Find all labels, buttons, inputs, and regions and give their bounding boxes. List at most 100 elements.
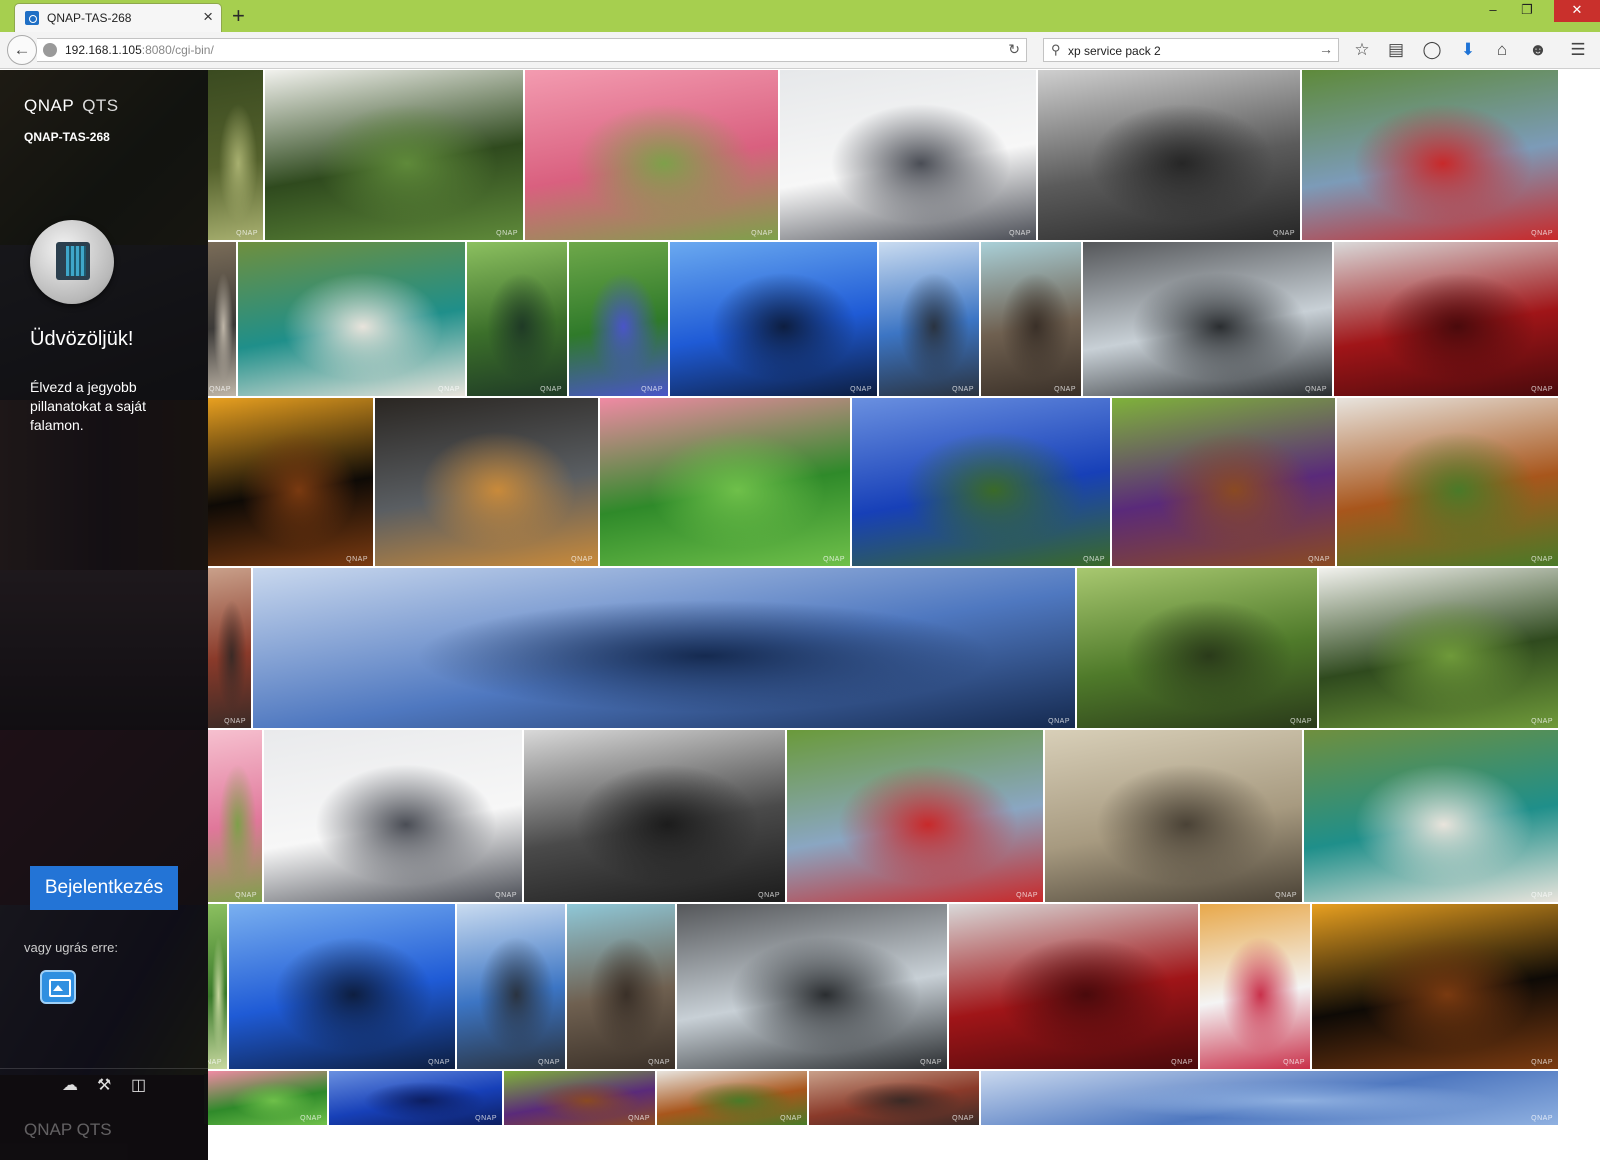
reading-list-icon[interactable]: ▤ [1384, 39, 1408, 63]
download-icon[interactable]: ⬇ [1456, 39, 1480, 63]
photo-station-icon[interactable] [40, 970, 76, 1004]
tab-close-icon[interactable]: × [203, 7, 213, 27]
close-window-button[interactable]: ✕ [1554, 0, 1600, 22]
photo-tile-tree-lake[interactable]: QNAP [208, 70, 263, 240]
photo-tile-heart-reef-2[interactable]: QNAP [1304, 730, 1558, 902]
footer-logo: QNAP QTS [24, 1120, 112, 1139]
photo-tile-blue-sky-cliff[interactable]: QNAP [852, 398, 1110, 566]
menu-icon[interactable]: ☰ [1566, 39, 1590, 63]
photo-tile-rock-channel-2[interactable]: QNAP [567, 904, 675, 1069]
search-input[interactable]: xp service pack 2 [1068, 44, 1161, 58]
page-content: QNAP QTS QNAP-TAS-268 Üdvözöljük! Élvezd … [0, 70, 1600, 1160]
photo-tile-yacht-harbor[interactable]: QNAP [879, 242, 979, 396]
nas-avatar [30, 220, 114, 304]
qnap-watermark: QNAP [235, 892, 257, 899]
qnap-watermark: QNAP [438, 386, 460, 393]
photo-tile-pink-bud-partial[interactable]: QNAP [208, 1071, 327, 1125]
photo-tile-green-edge[interactable]: QNAP [208, 904, 227, 1069]
go-arrow-icon[interactable]: → [1319, 41, 1333, 57]
pocket-icon[interactable]: ◯ [1420, 39, 1444, 63]
qnap-watermark: QNAP [1283, 1059, 1305, 1066]
search-icon: ⚲ [1051, 42, 1061, 57]
qnap-watermark: QNAP [1273, 230, 1295, 237]
photo-tile-audi-2[interactable]: QNAP [949, 904, 1198, 1069]
url-bar[interactable]: 192.168.1.105:8080/cgi-bin/ ↻ [37, 38, 1027, 62]
qnap-watermark: QNAP [496, 230, 518, 237]
jump-label: vagy ugrás erre: [24, 940, 118, 955]
qnap-watermark: QNAP [346, 556, 368, 563]
cloud-icon[interactable]: ☁ [62, 1075, 78, 1095]
photo-tile-sepia-street[interactable]: QNAP [1045, 730, 1302, 902]
photo-tile-panorama-partial[interactable]: QNAP [981, 1071, 1558, 1125]
photo-tile-stew-partial[interactable]: QNAP [657, 1071, 807, 1125]
tab-bar: QNAP-TAS-268 × + – ❐ ✕ [0, 0, 1600, 32]
search-bar[interactable]: ⚲ xp service pack 2 → [1043, 38, 1339, 62]
photo-tile-tractor-field[interactable]: QNAP [787, 730, 1043, 902]
qnap-watermark: QNAP [208, 1059, 222, 1066]
qnap-watermark: QNAP [1275, 892, 1297, 899]
bookmark-star-icon[interactable]: ☆ [1350, 39, 1374, 63]
home-icon[interactable]: ⌂ [1490, 39, 1514, 63]
photo-tile-water-villas[interactable]: QNAP [670, 242, 877, 396]
qnap-logo: QNAP QTS [24, 96, 119, 115]
qnap-watermark: QNAP [571, 556, 593, 563]
photo-tile-rock-channel[interactable]: QNAP [981, 242, 1081, 396]
photo-tile-misty-pier[interactable]: QNAP [780, 70, 1036, 240]
photo-tile-tree-lake-reflection[interactable]: QNAP [1077, 568, 1317, 728]
login-button[interactable]: Bejelentkezés [30, 866, 178, 910]
photo-tile-blue-agapanthus[interactable]: QNAP [569, 242, 668, 396]
device-name: QNAP-TAS-268 [24, 130, 110, 144]
reload-icon[interactable]: ↻ [1008, 41, 1020, 58]
photo-tile-red-tractor[interactable]: QNAP [1302, 70, 1558, 240]
photo-tile-bw-waves[interactable]: QNAP [524, 730, 785, 902]
photo-tile-forest-river[interactable]: QNAP [467, 242, 567, 396]
sidebar-footer: ☁ ⚒ ◫ [0, 1068, 208, 1102]
photo-tile-stew-rosemary[interactable]: QNAP [1337, 398, 1558, 566]
qnap-watermark: QNAP [1083, 556, 1105, 563]
qnap-watermark: QNAP [224, 718, 246, 725]
tab-title: QNAP-TAS-268 [47, 11, 132, 25]
tools-icon[interactable]: ⚒ [97, 1075, 111, 1095]
restore-button[interactable]: ❐ [1510, 0, 1544, 22]
navigation-bar: ← 192.168.1.105:8080/cgi-bin/ ↻ ⚲ xp ser… [0, 32, 1600, 69]
photo-tile-audi-racecar[interactable]: QNAP [1334, 242, 1558, 396]
photo-tile-rainy-window[interactable]: QNAP [375, 398, 598, 566]
photo-tile-yacht-2[interactable]: QNAP [457, 904, 565, 1069]
qnap-watermark: QNAP [1531, 1115, 1553, 1122]
welcome-title: Üdvözöljük! [30, 328, 134, 350]
book-icon[interactable]: ◫ [131, 1075, 146, 1095]
photo-tile-ice-cream[interactable]: QNAP [1200, 904, 1310, 1069]
photo-tile-canal-2[interactable]: QNAP [677, 904, 947, 1069]
browser-tab[interactable]: QNAP-TAS-268 × [14, 3, 222, 32]
photo-tile-pink-bud[interactable]: QNAP [600, 398, 850, 566]
photo-tile-water-villas-2[interactable]: QNAP [229, 904, 455, 1069]
qnap-watermark: QNAP [1531, 892, 1553, 899]
photo-tile-night-carousel[interactable]: QNAP [208, 398, 373, 566]
minimize-button[interactable]: – [1476, 0, 1510, 22]
photo-tile-aerial-heart-reef[interactable]: QNAP [238, 242, 465, 396]
photo-tile-eggplant-dish[interactable]: QNAP [1112, 398, 1335, 566]
photo-tile-canal-warehouses[interactable]: QNAP [1083, 242, 1332, 396]
photo-tile-pink-blossoms[interactable]: QNAP [525, 70, 778, 240]
photo-tile-misty-pier-2[interactable]: QNAP [264, 730, 522, 902]
back-arrow-icon[interactable]: ← [7, 35, 37, 65]
photo-tile-eggplant-partial[interactable]: QNAP [504, 1071, 655, 1125]
photo-tile-blue-sky-partial[interactable]: QNAP [329, 1071, 502, 1125]
photo-tile-bw-coastline[interactable]: QNAP [1038, 70, 1300, 240]
chat-icon[interactable]: ☻ [1526, 39, 1550, 63]
photo-tile-carousel-2[interactable]: QNAP [1312, 904, 1558, 1069]
new-tab-button[interactable]: + [232, 3, 245, 29]
photo-tile-pink-edge[interactable]: QNAP [208, 730, 262, 902]
qnap-watermark: QNAP [823, 556, 845, 563]
qnap-watermark: QNAP [1531, 556, 1553, 563]
photo-tile-white-cyclamen[interactable]: QNAP [265, 70, 523, 240]
photo-tile-panorama-sea[interactable]: QNAP [253, 568, 1075, 728]
photo-tile-cyclamen-2[interactable]: QNAP [1319, 568, 1558, 728]
photo-tile-brick-partial[interactable]: QNAP [809, 1071, 979, 1125]
sidebar: QNAP QTS QNAP-TAS-268 Üdvözöljük! Élvezd … [0, 70, 208, 1160]
qnap-watermark: QNAP [850, 386, 872, 393]
qnap-watermark: QNAP [538, 1059, 560, 1066]
photo-tile-coastal-pier-edge[interactable]: QNAP [208, 242, 236, 396]
sidebar-overlay [0, 70, 208, 1160]
photo-tile-brick-edge[interactable]: QNAP [208, 568, 251, 728]
